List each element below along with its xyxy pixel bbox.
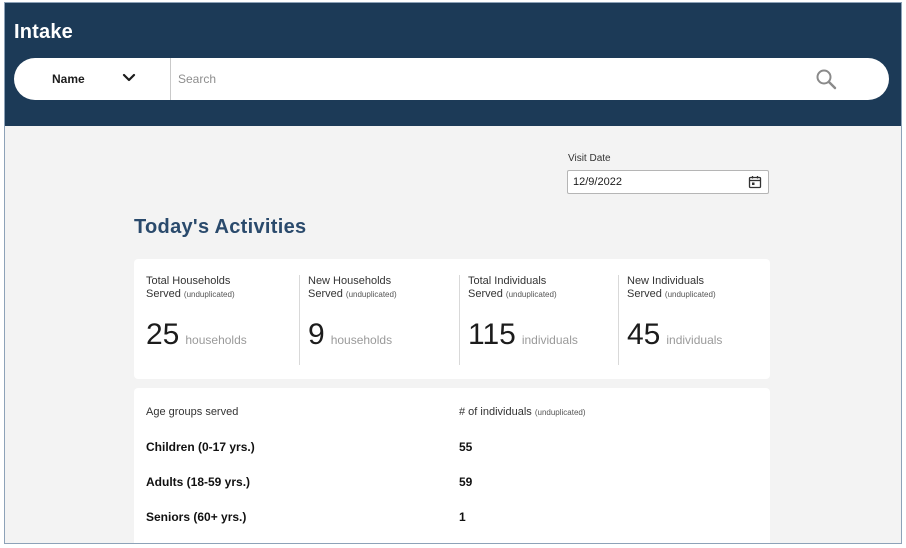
- stat-value: 45: [627, 318, 661, 351]
- stat-label: Total Households: [146, 275, 231, 287]
- stat-label: Served: [468, 288, 503, 300]
- stat-note: (unduplicated): [345, 290, 397, 299]
- app-window: Intake Name Visit Date Today's Act: [4, 2, 902, 544]
- section-title: Today's Activities: [134, 216, 307, 238]
- stat-value: 115: [468, 318, 516, 351]
- stat-label: Total Individuals: [468, 275, 547, 287]
- visit-date-input[interactable]: [568, 171, 738, 193]
- stat-label: Served: [146, 288, 181, 300]
- individuals-header: # of individuals (unduplicated): [459, 406, 586, 418]
- stat-value: 9: [308, 318, 325, 351]
- stat-label: New Individuals: [627, 275, 705, 287]
- stat-unit: households: [330, 333, 393, 347]
- stat-new-households: New Households Served (unduplicated) 9 ho…: [308, 275, 458, 365]
- stat-value: 25: [146, 318, 180, 351]
- age-group-label: Children (0-17 yrs.): [146, 440, 255, 454]
- visit-date-label: Visit Date: [568, 153, 611, 164]
- search-bar: Name: [14, 58, 889, 100]
- stat-unit: individuals: [666, 333, 723, 347]
- age-group-count: 59: [459, 475, 473, 489]
- chevron-down-icon: [122, 73, 136, 82]
- stat-unit: households: [185, 333, 247, 347]
- age-group-count: 1: [459, 510, 466, 524]
- stat-label: New Households: [308, 275, 392, 287]
- stat-divider: [459, 275, 460, 365]
- stat-note: (unduplicated): [505, 290, 557, 299]
- stat-divider: [299, 275, 300, 365]
- table-row: Children (0-17 yrs.) 55: [134, 440, 770, 460]
- age-groups-header: Age groups served: [146, 406, 239, 418]
- stat-unit: individuals: [521, 333, 578, 347]
- search-icon[interactable]: [814, 67, 838, 91]
- age-group-count: 55: [459, 440, 473, 454]
- stat-new-individuals: New Individuals Served (unduplicated) 45…: [627, 275, 777, 365]
- table-row: Seniors (60+ yrs.) 1: [134, 510, 770, 530]
- stat-total-individuals: Total Individuals Served (unduplicated) …: [468, 275, 618, 365]
- stat-note: (unduplicated): [664, 290, 716, 299]
- stat-total-households: Total Households Served (unduplicated) 2…: [146, 275, 296, 365]
- search-field-select[interactable]: Name: [14, 58, 171, 100]
- age-group-label: Adults (18-59 yrs.): [146, 475, 251, 489]
- calendar-icon[interactable]: [748, 175, 762, 189]
- individuals-header-note: (unduplicated): [534, 408, 586, 417]
- individuals-header-label: # of individuals: [459, 406, 532, 418]
- age-group-label: Seniors (60+ yrs.): [146, 510, 247, 524]
- activity-stats-card: Total Households Served (unduplicated) 2…: [134, 259, 770, 379]
- stat-note: (unduplicated): [183, 290, 235, 299]
- search-field-selected: Name: [52, 72, 85, 86]
- app-title: Intake: [14, 21, 74, 43]
- app-header: Intake Name: [5, 3, 901, 126]
- visit-date-field[interactable]: [567, 170, 769, 194]
- search-input[interactable]: [172, 59, 812, 99]
- stat-label: Served: [308, 288, 343, 300]
- table-row: Adults (18-59 yrs.) 59: [134, 475, 770, 495]
- stat-label: Served: [627, 288, 662, 300]
- age-groups-card: Age groups served # of individuals (undu…: [134, 388, 770, 543]
- stat-divider: [618, 275, 619, 365]
